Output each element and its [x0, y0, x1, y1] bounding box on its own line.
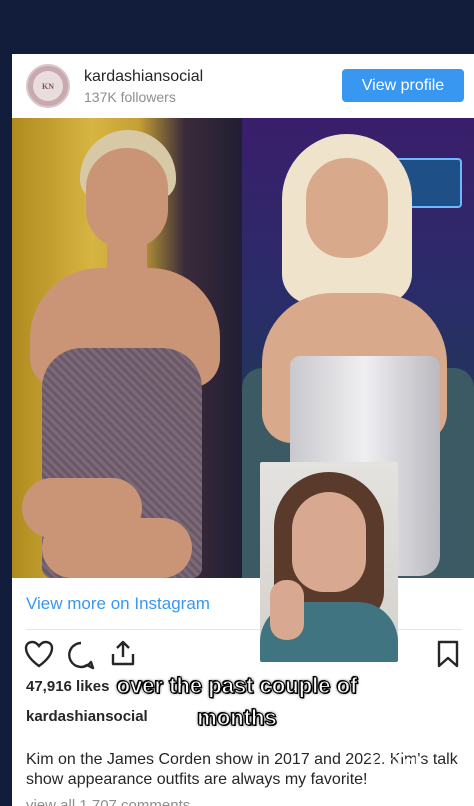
creator-video-overlay [260, 462, 398, 662]
bookmark-icon[interactable] [436, 639, 460, 669]
overlay-caption-line-2: months [197, 705, 277, 731]
heart-icon[interactable] [24, 640, 54, 668]
account-name[interactable]: kardashiansocial [84, 68, 203, 86]
tiktok-video-frame: KN kardashiansocial 137K followers View … [0, 0, 474, 806]
photo-2017 [12, 118, 242, 578]
profile-avatar[interactable]: KN [26, 64, 70, 108]
view-more-link[interactable]: View more on Instagram [26, 594, 210, 614]
tiktok-handle: @peoples_pharmac [316, 782, 451, 799]
view-all-comments-link[interactable]: view all 1,707 comments [26, 797, 190, 806]
follower-count: 137K followers [84, 89, 176, 105]
embed-header: KN kardashiansocial 137K followers View … [12, 54, 474, 118]
post-image[interactable] [12, 118, 474, 578]
overlay-caption-line-1: over the past couple of [116, 673, 358, 699]
comment-icon[interactable] [66, 640, 96, 670]
avatar-logo: KN [33, 71, 63, 101]
tiktok-logo: TikTok [368, 752, 425, 772]
view-profile-button[interactable]: View profile [342, 69, 464, 102]
share-icon[interactable] [108, 638, 138, 668]
